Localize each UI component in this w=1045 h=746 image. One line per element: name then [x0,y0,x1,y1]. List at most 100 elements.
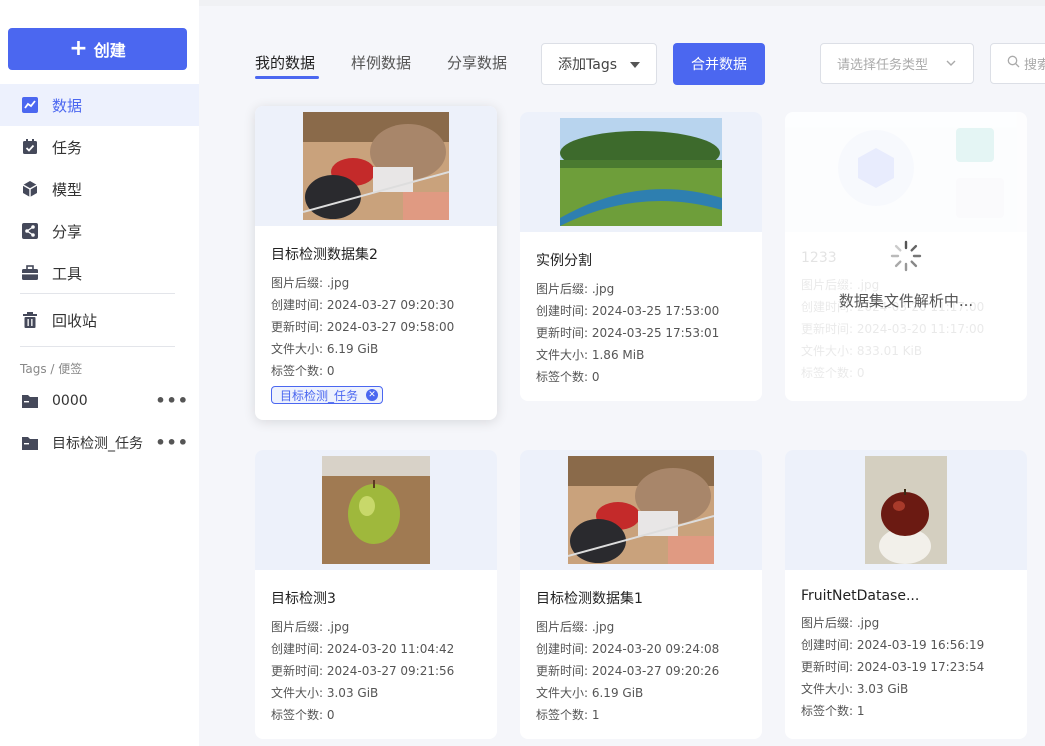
search-input[interactable]: 搜索 [990,43,1045,84]
sidebar-divider [20,346,175,347]
tags-section-title: Tags / 便签 [20,362,83,376]
card-thumbnail [255,106,497,226]
sidebar-item-share[interactable]: 分享 [0,210,199,252]
card-title: 目标检测数据集1 [536,591,643,607]
plus-icon: + [69,36,88,61]
card-updated: 更新时间: 2024-03-27 09:21:56 [271,664,455,678]
card-updated: 更新时间: 2024-03-20 11:17:00 [801,322,985,336]
sidebar-item-tools[interactable]: 工具 [0,252,199,294]
card-thumbnail [255,450,497,570]
sidebar-item-label: 数据 [52,96,83,115]
sidebar-nav: 数据 任务 模型 分享 工具 [0,84,199,294]
more-icon[interactable]: ••• [155,433,189,452]
card-updated: 更新时间: 2024-03-19 17:23:54 [801,660,985,674]
sidebar-tag-item[interactable]: 目标检测_任务 ••• [0,425,199,461]
card-updated: 更新时间: 2024-03-25 17:53:01 [536,326,720,340]
card-suffix: 图片后缀: .jpg [536,282,615,296]
loading-spinner-icon [890,240,922,272]
card-size: 文件大小: 6.19 GiB [271,342,379,356]
card-size: 文件大小: 6.19 GiB [536,686,644,700]
card-tag-count: 标签个数: 1 [801,704,865,718]
card-size: 文件大小: 833.01 KiB [801,344,923,358]
card-suffix: 图片后缀: .jpg [801,616,880,630]
merge-data-button[interactable]: 合并数据 [673,43,765,85]
caret-down-icon [630,62,640,68]
card-title: 目标检测数据集2 [271,247,378,263]
sidebar-divider [20,293,175,294]
sidebar-tag-label: 0000 [52,393,88,409]
card-thumbnail [785,112,1027,232]
card-created: 创建时间: 2024-03-25 17:53:00 [536,304,720,318]
create-button-label: 创建 [93,41,126,60]
merge-data-label: 合并数据 [691,57,747,73]
loading-text: 数据集文件解析中... [838,292,974,310]
chart-icon [21,96,39,114]
dataset-image [568,456,714,564]
sidebar-item-data[interactable]: 数据 [0,84,199,126]
tab-my-data[interactable]: 我的数据 [255,52,315,73]
dataset-image [560,118,722,226]
card-created: 创建时间: 2024-03-20 09:24:08 [536,642,720,656]
tab-shared-data[interactable]: 分享数据 [447,52,507,73]
sidebar-item-label: 回收站 [52,311,98,330]
share-icon [21,222,39,240]
folder-icon [21,434,39,452]
folder-icon [21,392,39,410]
trash-icon [21,311,39,329]
card-size: 文件大小: 3.03 GiB [271,686,379,700]
dataset-card[interactable]: 目标检测数据集2 图片后缀: .jpg 创建时间: 2024-03-27 09:… [255,106,497,420]
toolbox-icon [21,264,39,282]
add-tags-label: 添加Tags [558,57,617,73]
dataset-card[interactable]: 目标检测数据集1 图片后缀: .jpg 创建时间: 2024-03-20 09:… [520,450,762,739]
create-button[interactable]: + 创建 [8,28,187,70]
add-tags-dropdown[interactable]: 添加Tags [541,43,657,85]
card-tag-count: 标签个数: 1 [536,708,600,722]
sidebar-tag-label: 目标检测_任务 [52,436,143,452]
card-title: FruitNetDatase... [801,588,920,604]
cube-icon [21,180,39,198]
dataset-card[interactable]: FruitNetDatase... 图片后缀: .jpg 创建时间: 2024-… [785,450,1027,739]
sidebar-item-trash[interactable]: 回收站 [0,299,199,341]
card-thumbnail [520,112,762,232]
calendar-check-icon [21,138,39,156]
card-updated: 更新时间: 2024-03-27 09:58:00 [271,320,455,334]
dataset-card-loading: 1233 图片后缀: .jpg 创建时间: 2024-03-20 11:17:0… [785,112,1027,401]
search-placeholder: 搜索 [1024,58,1045,73]
top-strip [199,0,1045,6]
card-created: 创建时间: 2024-03-27 09:20:30 [271,298,455,312]
tab-sample-data[interactable]: 样例数据 [351,52,411,73]
task-type-select[interactable]: 请选择任务类型 [820,43,974,84]
card-tag-chip[interactable]: 目标检测_任务 ✕ [271,386,384,404]
dataset-card[interactable]: 实例分割 图片后缀: .jpg 创建时间: 2024-03-25 17:53:0… [520,112,762,401]
card-title: 实例分割 [536,253,592,269]
sidebar-tag-item[interactable]: 0000 ••• [0,383,199,419]
card-size: 文件大小: 1.86 MiB [536,348,645,362]
dataset-image [303,112,449,220]
tag-chip-label: 目标检测_任务 [280,388,359,403]
card-tag-count: 标签个数: 0 [536,370,600,384]
more-icon[interactable]: ••• [155,391,189,410]
dataset-card[interactable]: 目标检测3 图片后缀: .jpg 创建时间: 2024-03-20 11:04:… [255,450,497,739]
card-updated: 更新时间: 2024-03-27 09:20:26 [536,664,720,678]
card-tag-count: 标签个数: 0 [801,366,865,380]
sidebar-item-tasks[interactable]: 任务 [0,126,199,168]
sidebar-item-label: 工具 [52,264,83,283]
card-tag-count: 标签个数: 0 [271,364,335,378]
sidebar-item-models[interactable]: 模型 [0,168,199,210]
active-tab-indicator [255,76,319,79]
placeholder-illustration [838,128,1004,218]
card-suffix: 图片后缀: .jpg [271,620,350,634]
card-title: 目标检测3 [271,591,336,607]
search-icon [1007,55,1020,72]
card-thumbnail [520,450,762,570]
card-tag-count: 标签个数: 0 [271,708,335,722]
chevron-down-icon [945,57,957,72]
card-suffix: 图片后缀: .jpg [536,620,615,634]
close-icon[interactable]: ✕ [366,389,379,401]
dataset-image [865,456,947,564]
sidebar-item-label: 任务 [52,138,83,157]
card-thumbnail [785,450,1027,570]
sidebar: + 创建 数据 任务 模型 分享 工具 回收站 Tags / 便签 0000 •… [0,0,199,746]
task-type-placeholder: 请选择任务类型 [837,58,929,73]
sidebar-item-label: 分享 [52,222,83,241]
